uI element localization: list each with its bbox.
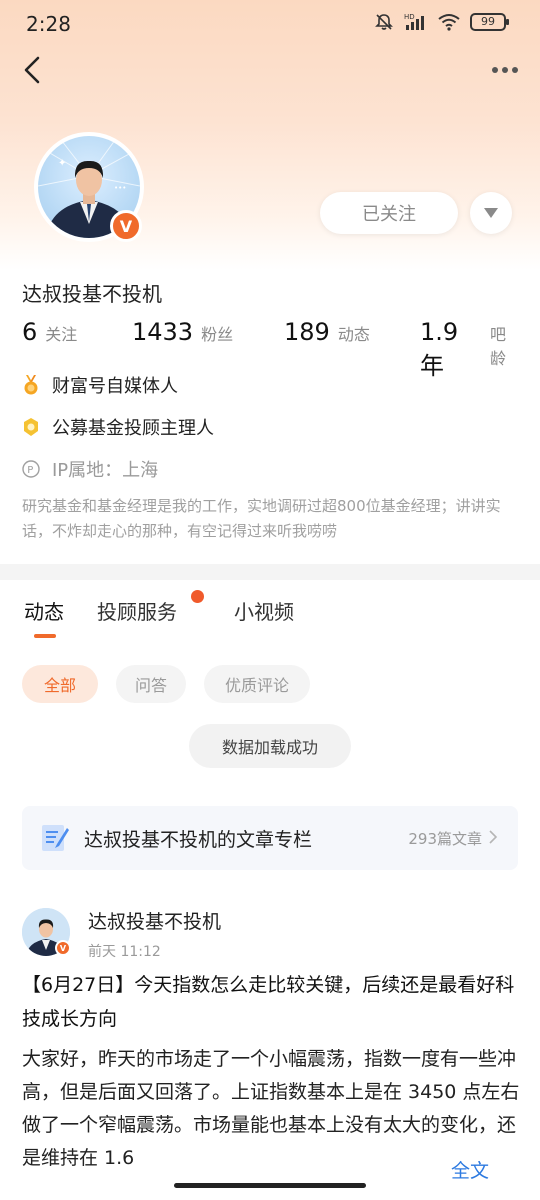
column-article-count: 293篇文章: [408, 830, 482, 848]
more-dot-icon: [502, 67, 508, 73]
svg-text:✦: ✦: [58, 158, 66, 169]
medal-icon: [24, 375, 38, 395]
stat-followers[interactable]: 1433 粉丝: [132, 318, 233, 346]
stat-following[interactable]: 6 关注: [22, 318, 77, 346]
chevron-left-icon: [24, 56, 40, 84]
more-options-button[interactable]: [490, 56, 520, 84]
wifi-icon: [438, 14, 460, 31]
profile-bio: 研究基金和基金经理是我的工作，实地调研过超800位基金经理；讲讲实话，不炸却走心…: [22, 497, 501, 540]
status-bar: 2:28 HD 99: [0, 0, 540, 48]
stat-posts[interactable]: 189 动态: [284, 318, 370, 346]
verified-v-small-icon: V: [55, 940, 71, 956]
profile-name: 达叔投基不投机: [22, 282, 162, 306]
section-divider: [0, 564, 540, 580]
full-text-link[interactable]: 全文: [447, 1156, 490, 1183]
home-indicator[interactable]: [174, 1183, 366, 1188]
ip-location-text: IP属地：上海: [52, 460, 159, 481]
svg-text:P: P: [27, 465, 33, 476]
tag-advisor: 公募基金投顾主理人: [22, 414, 214, 440]
chip-qa[interactable]: 问答: [116, 665, 186, 703]
stat-account-age: 1.9年 吧龄: [420, 318, 522, 381]
svg-text:•••: •••: [114, 184, 126, 192]
post-title[interactable]: 【6月27日】今天指数怎么走比较关键，后续还是最看好科技成长方向: [22, 968, 522, 1036]
stat-label: 吧龄: [490, 325, 507, 368]
more-dot-icon: [492, 67, 498, 73]
signal-icon: HD: [404, 13, 424, 30]
status-time: 2:28: [26, 12, 71, 36]
triangle-down-icon: [484, 208, 498, 218]
badge-icon: [24, 418, 38, 436]
more-dot-icon: [512, 67, 518, 73]
battery-icon: 99: [470, 13, 509, 31]
chevron-right-icon: [489, 830, 498, 844]
stat-label: 动态: [337, 325, 370, 344]
chip-all[interactable]: 全部: [22, 665, 98, 703]
notification-dot: [191, 590, 204, 603]
ip-location: P IP属地：上海: [22, 456, 158, 482]
battery-level: 99: [481, 15, 495, 28]
tab-dynamics[interactable]: 动态: [24, 596, 64, 625]
mute-icon: [375, 14, 393, 30]
stat-value: 189: [284, 318, 330, 346]
article-column-card[interactable]: 达叔投基不投机的文章专栏 293篇文章: [22, 806, 518, 870]
filter-chips: 全部 问答 优质评论: [22, 665, 310, 703]
profile-tabs: 动态 投顾服务 小视频: [0, 596, 540, 640]
post-author-name[interactable]: 达叔投基不投机: [88, 907, 221, 934]
stat-label: 关注: [45, 325, 78, 344]
status-icons: HD 99: [374, 12, 509, 32]
stat-value: 6: [22, 318, 38, 346]
back-button[interactable]: [14, 52, 50, 88]
post-timestamp: 前天 11:12: [88, 944, 161, 960]
tab-short-video[interactable]: 小视频: [234, 596, 294, 625]
svg-text:HD: HD: [404, 13, 415, 21]
follow-status-button[interactable]: 已关注: [320, 192, 458, 234]
ip-circle-icon: P: [22, 460, 40, 478]
column-title: 达叔投基不投机的文章专栏: [84, 829, 313, 851]
tab-advisory-service[interactable]: 投顾服务: [97, 596, 177, 625]
follow-dropdown-button[interactable]: [470, 192, 512, 234]
profile-stats: 6 关注 1433 粉丝 189 动态 1.9年 吧龄: [22, 318, 522, 380]
verified-v-badge-icon: V: [110, 210, 142, 242]
tag-text: 财富号自媒体人: [52, 376, 178, 397]
stat-value: 1.9年: [420, 318, 459, 380]
tag-media: 财富号自媒体人: [22, 372, 178, 398]
stat-value: 1433: [132, 318, 194, 346]
toast-message: 数据加载成功: [189, 724, 351, 768]
stat-label: 粉丝: [201, 325, 234, 344]
chip-quality-comments[interactable]: 优质评论: [204, 665, 310, 703]
active-tab-indicator: [34, 634, 56, 638]
article-column-icon: [42, 825, 69, 851]
tag-text: 公募基金投顾主理人: [52, 418, 214, 439]
